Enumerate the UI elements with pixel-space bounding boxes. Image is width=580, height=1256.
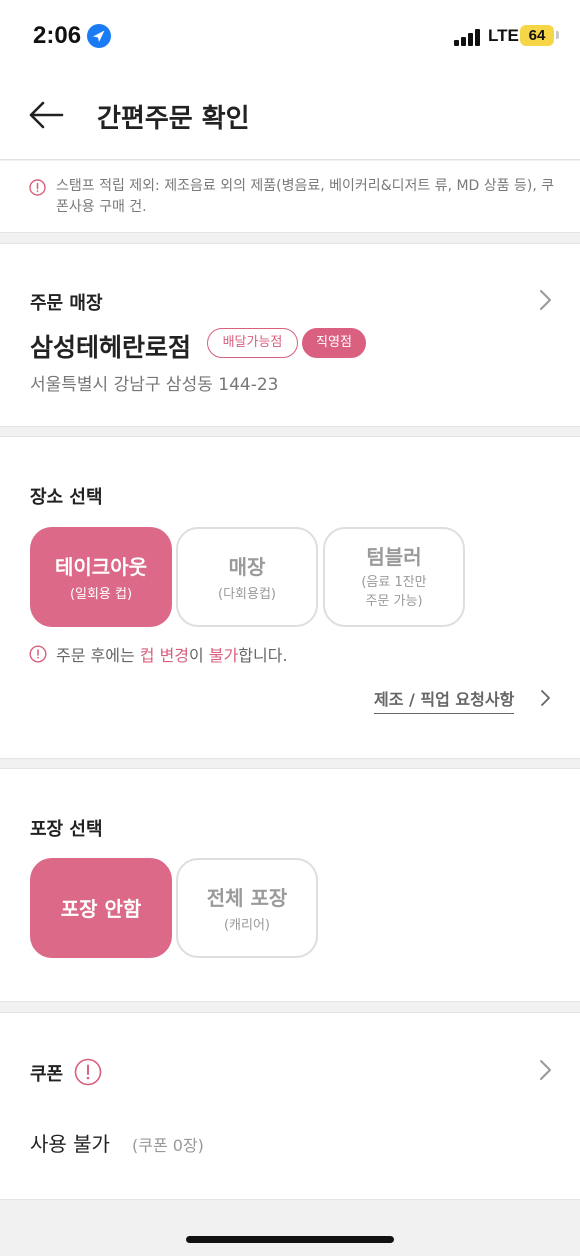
status-bar: 2:06 LTE 64 [0,0,580,72]
coupon-count: (쿠폰 0장) [132,1136,204,1155]
dine-in-sub: (다회용컵) [218,587,276,602]
delivery-badge: 배달가능점 [207,328,298,358]
packaging-label: 포장 선택 [30,819,103,840]
tumbler-sub-line1: (음료 1잔만 [361,575,427,590]
request-link[interactable]: 제조 / 픽업 요청사항 [374,686,515,714]
battery-icon: 64 [520,25,554,46]
chevron-right-icon[interactable] [538,289,554,311]
info-circle-icon[interactable] [74,1058,102,1086]
tumbler-label: 텀블러 [366,545,422,569]
chevron-right-icon[interactable] [540,689,551,707]
network-label: LTE [488,26,519,45]
store-address: 서울특별시 강남구 삼성동 144-23 [30,375,279,395]
coupon-label: 쿠폰 [30,1064,64,1085]
takeout-option[interactable]: 테이크아웃 (일회용 컵) [30,527,172,627]
cup-change-note: 주문 후에는 컵 변경이 불가합니다. [56,646,288,665]
direct-store-badge: 직영점 [302,328,366,358]
store-card[interactable]: 주문 매장 삼성테헤란로점 배달가능점 직영점 서울특별시 강남구 삼성동 14… [0,243,580,427]
dine-in-option[interactable]: 매장 (다회용컵) [176,527,318,627]
takeout-sub: (일회용 컵) [69,587,133,602]
coupon-status: 사용 불가 [30,1132,110,1156]
nav-bar: 간편주문 확인 [0,72,580,160]
home-indicator[interactable] [186,1236,394,1243]
full-packaging-option[interactable]: 전체 포장 (캐리어) [176,858,318,958]
arrow-left-icon[interactable] [28,100,64,130]
store-name: 삼성테헤란로점 [30,333,192,362]
packaging-card: 포장 선택 포장 안함 전체 포장 (캐리어) [0,768,580,1002]
info-circle-icon [29,179,46,196]
signal-bars-icon [454,28,484,46]
info-circle-icon [29,645,47,663]
tumbler-sub-line2: 주문 가능) [365,594,423,609]
tumbler-option[interactable]: 텀블러 (음료 1잔만 주문 가능) [323,527,465,627]
full-packaging-sub: (캐리어) [223,918,271,933]
no-packaging-label: 포장 안함 [60,897,142,921]
coupon-card[interactable]: 쿠폰 사용 불가 (쿠폰 0장) [0,1012,580,1200]
dine-in-label: 매장 [228,555,266,579]
place-label: 장소 선택 [30,487,103,508]
place-card: 장소 선택 테이크아웃 (일회용 컵) 매장 (다회용컵) 텀블러 (음료 1잔… [0,436,580,759]
chevron-right-icon[interactable] [538,1059,554,1081]
status-time: 2:06 [33,22,82,49]
battery-tip [556,31,559,39]
page-title: 간편주문 확인 [97,104,250,134]
notice-text: 스탬프 적립 제외: 제조음료 외의 제품(병음료, 베이커리&디저트 류, M… [56,178,555,215]
store-label: 주문 매장 [30,293,103,314]
no-packaging-option[interactable]: 포장 안함 [30,858,172,958]
stamp-notice: 스탬프 적립 제외: 제조음료 외의 제품(병음료, 베이커리&디저트 류, M… [0,161,580,233]
full-packaging-label: 전체 포장 [206,886,288,910]
takeout-label: 테이크아웃 [55,555,147,579]
location-arrow-icon [87,24,111,48]
